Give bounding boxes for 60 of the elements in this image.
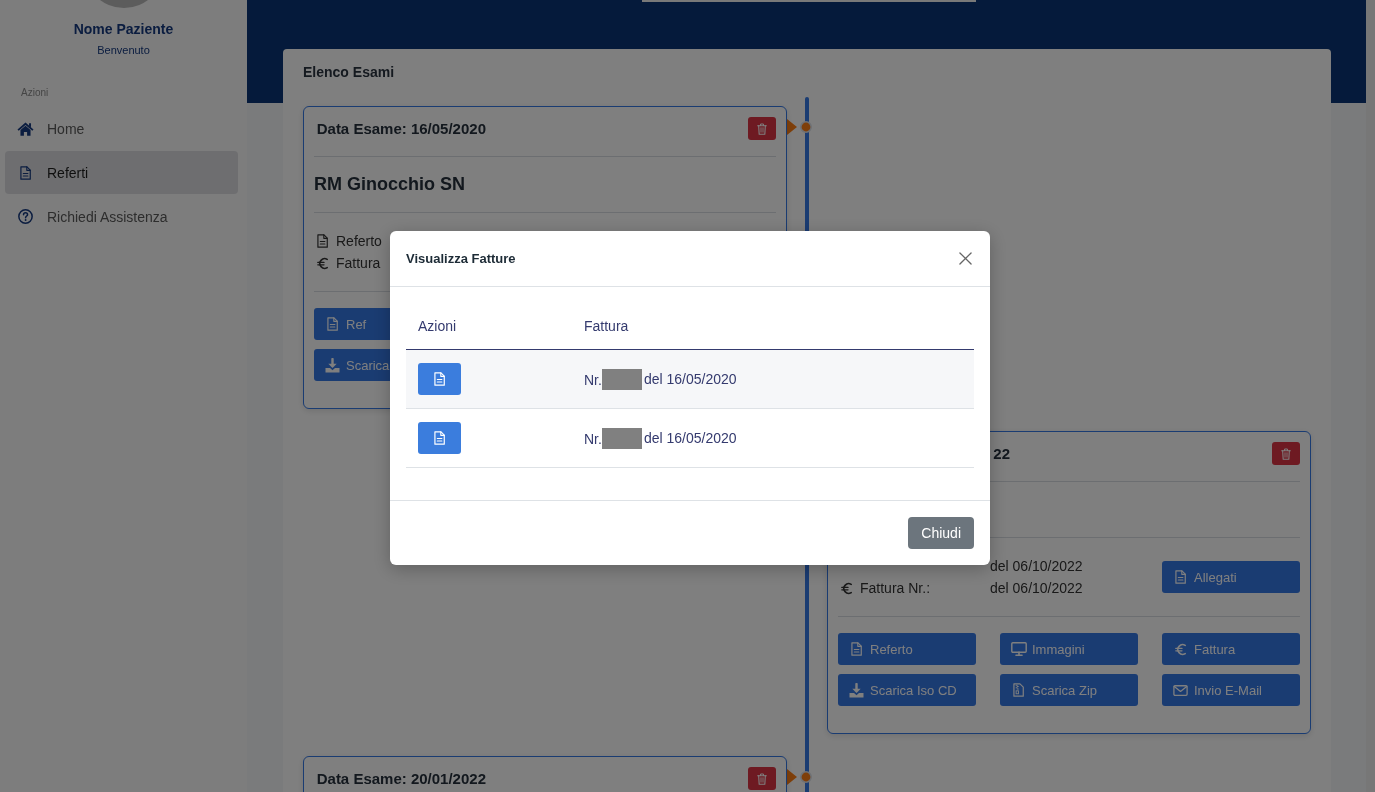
delete-button[interactable] <box>748 117 776 140</box>
zip-file-icon <box>1013 683 1024 697</box>
menu-item[interactable]: Home <box>5 107 238 150</box>
exam-date-title: Data Esame: 16/05/2020 <box>316 119 486 137</box>
download-icon <box>849 682 864 698</box>
timeline-marker-icon <box>787 117 813 137</box>
euro-icon <box>1175 642 1186 656</box>
dialog-title: Visualizza Fatture <box>406 251 516 266</box>
trash-icon <box>757 772 767 785</box>
view-invoice-button[interactable] <box>418 363 461 395</box>
scrollbar-track[interactable] <box>1366 0 1375 792</box>
action-button[interactable]: Invio E-Mail <box>1162 674 1300 706</box>
exam-date-title: 22 <box>993 444 1010 462</box>
info-label: Fattura Nr.: <box>860 580 931 596</box>
action-button[interactable]: Fattura <box>1162 633 1300 665</box>
info-value: del 06/10/2022 <box>990 580 1083 596</box>
info-label: Fattura <box>336 255 381 271</box>
action-button[interactable]: Referto <box>838 633 976 665</box>
document-icon <box>434 372 445 386</box>
info-label: Referto <box>336 233 382 249</box>
document-icon <box>1175 570 1186 584</box>
menu-item[interactable]: Richiedi Assistenza <box>5 195 238 238</box>
invoice-date: del 16/05/2020 <box>643 371 737 387</box>
action-button[interactable]: Scarica Iso CD <box>838 674 976 706</box>
timeline-marker-icon <box>787 767 813 787</box>
column-header: Fattura <box>584 318 629 334</box>
invoice-date: del 16/05/2020 <box>643 430 737 446</box>
exam-name: RM Ginocchio SN <box>314 174 465 195</box>
action-button[interactable]: Scarica Zip <box>1000 674 1138 706</box>
close-dialog-button[interactable]: Chiudi <box>908 517 974 549</box>
section-label: Azioni <box>21 86 49 100</box>
document-icon <box>327 317 338 331</box>
exam-date-title: Data Esame: 20/01/2022 <box>316 769 486 787</box>
document-icon <box>434 431 445 445</box>
euro-icon <box>316 256 328 270</box>
euro-icon <box>840 581 852 595</box>
close-button[interactable] <box>959 252 972 265</box>
download-icon <box>325 357 340 373</box>
delete-button[interactable] <box>1272 442 1300 465</box>
patient-name: Nome Paziente <box>73 20 174 38</box>
panel-title: Elenco Esami <box>303 64 395 81</box>
invoice-number-label: Nr. <box>584 430 602 446</box>
document-icon <box>851 642 862 656</box>
envelope-icon <box>1173 684 1188 696</box>
info-value: del 06/10/2022 <box>990 558 1083 574</box>
monitor-icon <box>1010 642 1027 656</box>
trash-icon <box>1281 447 1291 460</box>
menu-item[interactable]: Referti <box>5 151 238 194</box>
view-invoice-button[interactable] <box>418 422 461 454</box>
question-mark-icon <box>18 209 33 224</box>
invoice-number-label: Nr. <box>584 371 602 387</box>
action-button[interactable]: Immagini <box>1000 633 1138 665</box>
delete-button[interactable] <box>748 767 776 790</box>
close-icon <box>959 252 972 265</box>
greeting-text: Benvenuto <box>97 43 150 57</box>
document-icon <box>20 165 31 180</box>
attachments-button[interactable]: Allegati <box>1162 561 1300 593</box>
document-icon <box>316 234 328 248</box>
home-icon <box>17 121 34 136</box>
trash-icon <box>757 122 767 135</box>
